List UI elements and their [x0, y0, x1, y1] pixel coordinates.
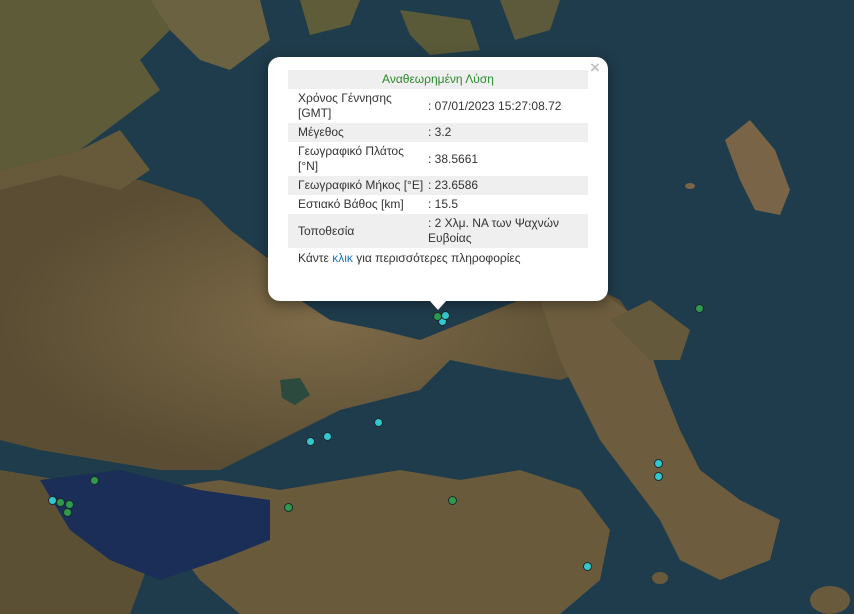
popup-header: Αναθεωρημένη Λύση — [288, 70, 588, 89]
label-longitude: Γεωγραφικό Μήκος [°E] — [288, 176, 426, 195]
marker-17[interactable] — [447, 495, 457, 505]
more-after: για περισσότερες πληροφορίες — [352, 251, 521, 265]
popup-tip — [429, 300, 447, 310]
label-location: Τοποθεσία — [288, 214, 426, 248]
marker-1[interactable] — [694, 303, 704, 313]
value-location: : 2 Χλμ. ΝΑ των Ψαχνών Ευβοίας — [426, 214, 588, 248]
marker-6[interactable] — [322, 431, 332, 441]
label-origin-time: Χρόνος Γέννησης [GMT] — [298, 91, 392, 120]
more-before: Κάντε — [298, 251, 333, 265]
marker-4[interactable] — [432, 311, 442, 321]
marker-12[interactable] — [62, 507, 72, 517]
marker-13[interactable] — [89, 475, 99, 485]
label-latitude: Γεωγραφικό Πλάτος [°N] — [298, 144, 404, 173]
value-depth: : 15.5 — [428, 197, 459, 211]
label-magnitude: Μέγεθος — [288, 123, 426, 142]
marker-7[interactable] — [305, 436, 315, 446]
label-depth: Εστιακό Βάθος [km] — [298, 197, 404, 211]
close-icon[interactable]: × — [588, 59, 602, 76]
more-info-text: Κάντε κλικ για περισσότερες πληροφορίες — [288, 251, 588, 265]
marker-15[interactable] — [653, 471, 663, 481]
earthquake-popup: × Αναθεωρημένη Λύση Χρόνος Γέννησης [GMT… — [268, 57, 608, 310]
info-table: Αναθεωρημένη Λύση Χρόνος Γέννησης [GMT] … — [288, 70, 588, 248]
value-magnitude: : 3.2 — [426, 123, 588, 142]
marker-5[interactable] — [373, 417, 383, 427]
marker-3[interactable] — [440, 310, 450, 320]
marker-10[interactable] — [55, 497, 65, 507]
marker-16[interactable] — [582, 561, 592, 571]
more-info-link[interactable]: κλικ — [332, 251, 353, 265]
map[interactable]: × Αναθεωρημένη Λύση Χρόνος Γέννησης [GMT… — [0, 0, 854, 614]
value-longitude: : 23.6586 — [426, 176, 588, 195]
value-latitude: : 38.5661 — [428, 151, 479, 166]
value-origin-time: : 07/01/2023 15:27:08.72 — [428, 98, 562, 113]
marker-8[interactable] — [283, 502, 293, 512]
marker-14[interactable] — [653, 458, 663, 468]
